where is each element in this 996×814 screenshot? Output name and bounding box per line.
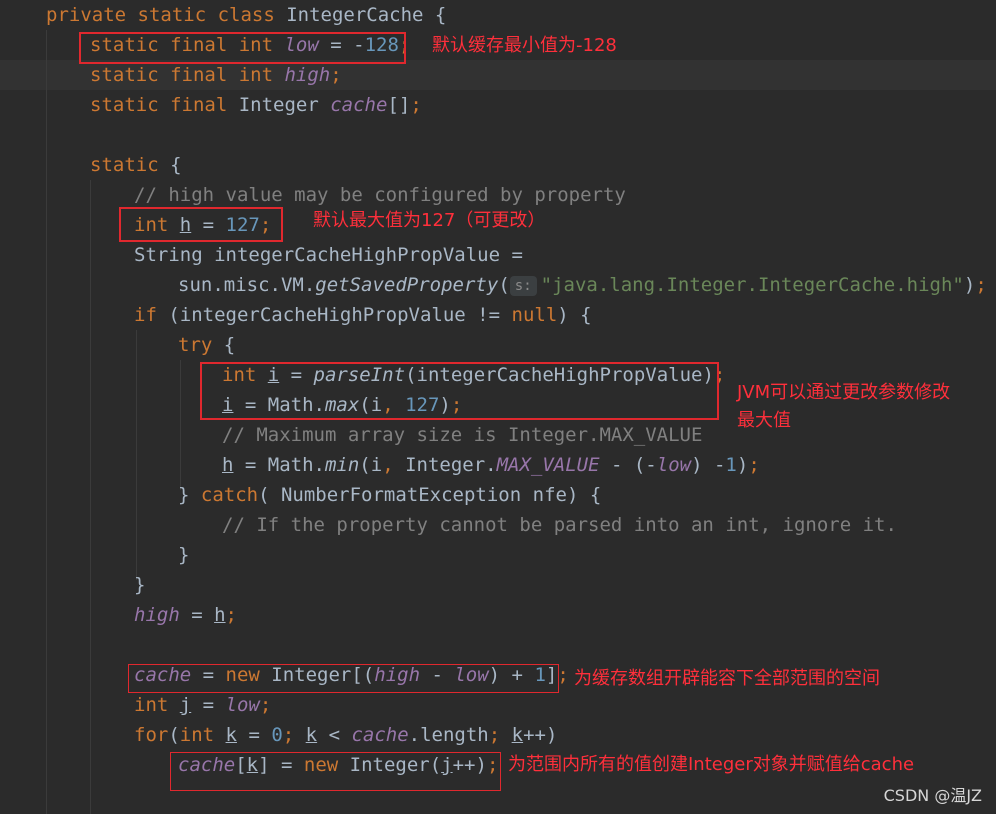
code-line-9: String integerCacheHighPropValue = <box>134 244 523 266</box>
code-line-24: int j = low; <box>134 694 272 716</box>
highlight-box-low <box>79 32 406 64</box>
annotation-jvm-line1: JVM可以通过更改参数修改 <box>737 382 951 403</box>
watermark: CSDN @温JZ <box>883 786 982 805</box>
code-line-18: // If the property cannot be parsed into… <box>222 514 897 536</box>
highlight-box-jvm <box>200 362 719 420</box>
highlight-box-h <box>119 207 283 242</box>
code-line-6: static { <box>90 154 182 176</box>
code-line-4: static final Integer cache[]; <box>90 94 422 116</box>
code-editor[interactable]: private static class IntegerCache { stat… <box>0 0 996 814</box>
highlight-box-loop <box>170 752 501 791</box>
annotation-jvm-line2: 最大值 <box>737 410 791 431</box>
code-line-1: private static class IntegerCache { <box>46 4 447 26</box>
code-line-12: try { <box>178 334 236 356</box>
code-line-11: if (integerCacheHighPropValue != null) { <box>134 304 592 326</box>
code-line-7: // high value may be configured by prope… <box>134 184 626 206</box>
indent-guide <box>90 180 91 814</box>
code-line-3: static final int high; <box>90 64 342 86</box>
annotation-array: 为缓存数组开辟能容下全部范围的空间 <box>574 668 880 689</box>
annotation-high: 默认最大值为127（可更改） <box>313 210 546 231</box>
indent-guide <box>136 330 137 580</box>
parameter-hint: s: <box>509 276 537 296</box>
annotation-create: 为范围内所有的值创建Integer对象并赋值给cache <box>508 754 915 775</box>
indent-guide <box>46 30 47 814</box>
code-line-16: h = Math.min(i, Integer.MAX_VALUE - (-lo… <box>222 454 760 476</box>
code-line-17: } catch( NumberFormatException nfe) { <box>178 484 602 506</box>
annotation-low: 默认缓存最小值为-128 <box>432 35 617 56</box>
code-line-21: high = h; <box>134 604 237 626</box>
code-line-10: sun.misc.VM.getSavedProperty(s: "java.lan… <box>178 274 987 296</box>
indent-guide <box>180 360 181 490</box>
code-line-20: } <box>134 574 146 596</box>
highlight-box-cache <box>128 664 559 693</box>
code-line-19: } <box>178 544 190 566</box>
code-line-15: // Maximum array size is Integer.MAX_VAL… <box>222 424 703 446</box>
code-line-25: for(int k = 0; k < cache.length; k++) <box>134 724 558 746</box>
